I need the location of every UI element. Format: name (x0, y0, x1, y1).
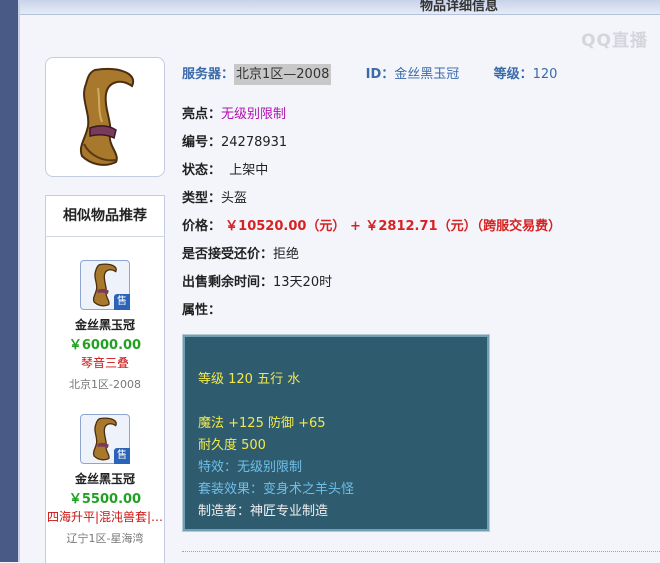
id-value: 金丝黑玉冠 (394, 67, 460, 82)
level-label: 等级： (493, 67, 533, 82)
server-label: 服务器： (182, 67, 235, 82)
counter-offer-value: 拒绝 (273, 247, 300, 262)
section-divider (182, 551, 660, 552)
attributes-row: 属性： (182, 299, 221, 318)
number-row: 编号：24278931 (182, 131, 287, 150)
type-label: 类型： (182, 191, 222, 206)
similar-item-tag: 四海升平|混沌兽套|… (46, 510, 164, 524)
sell-badge: 售 (114, 448, 130, 464)
price-label: 价格： (182, 219, 222, 234)
number-value: 24278931 (221, 135, 288, 150)
left-frame-bar (0, 0, 18, 562)
status-label: 状态： (182, 163, 222, 178)
server-value: 北京1区—2008 (234, 64, 332, 85)
similar-item-name[interactable]: 金丝黑玉冠 (46, 316, 164, 333)
attr-set-effect: 套装效果：变身术之羊头怪 (198, 482, 355, 497)
id-label: ID： (365, 67, 395, 82)
attr-durability: 耐久度 500 (198, 438, 266, 453)
attr-maker: 制造者：神匠专业制造 (198, 504, 329, 519)
item-summary-row: 服务器： 北京1区—2008 ID：金丝黑玉冠 等级：120 (182, 63, 558, 85)
attr-special-effect: 特效：无级别限制 (198, 460, 303, 475)
highlight-row: 亮点：无级别限制 (182, 103, 286, 122)
similar-item-server: 辽宁1区-星海湾 (66, 532, 144, 545)
counter-offer-row: 是否接受还价：拒绝 (182, 243, 299, 262)
similar-item-price: ￥5500.00 (68, 492, 142, 507)
similar-items-panel: 相似物品推荐 售 金丝黑玉冠 ￥6000.00 琴音三叠 北京1区-2008 售… (45, 195, 165, 563)
status-row: 状态： 上架中 (182, 159, 268, 178)
helmet-icon (79, 68, 135, 166)
similar-item-tag: 琴音三叠 (80, 356, 129, 370)
level-value: 120 (532, 67, 558, 82)
page-header: 物品详细信息 (20, 0, 660, 15)
highlight-value: 无级别限制 (221, 107, 287, 122)
attr-level-element: 等级 120 五行 水 (198, 372, 301, 387)
type-row: 类型：头盔 (182, 187, 247, 206)
status-value: 上架中 (229, 163, 269, 178)
similar-item-name[interactable]: 金丝黑玉冠 (46, 470, 164, 487)
type-value: 头盔 (221, 191, 248, 206)
remaining-time-value: 13天20时 (273, 275, 333, 290)
sell-badge: 售 (114, 294, 130, 310)
similar-item-server: 北京1区-2008 (69, 378, 141, 391)
remaining-time-label: 出售剩余时间： (182, 275, 274, 290)
attr-magic-defense: 魔法 +125 防御 +65 (198, 416, 326, 431)
similar-item-price: ￥6000.00 (68, 338, 142, 353)
counter-offer-label: 是否接受还价： (182, 247, 274, 262)
attributes-label: 属性： (182, 303, 222, 318)
number-label: 编号： (182, 135, 222, 150)
remaining-time-row: 出售剩余时间：13天20时 (182, 271, 332, 290)
price-row: 价格： ￥10520.00（元） + ￥2812.71（元）（跨服交易费） (182, 215, 561, 234)
stream-watermark: QQ直播 (581, 31, 648, 51)
attributes-panel: 等级 120 五行 水 魔法 +125 防御 +65 耐久度 500 特效：无级… (183, 335, 489, 531)
price-value: ￥10520.00（元） + ￥2812.71（元）（跨服交易费） (225, 219, 562, 234)
similar-item-icon[interactable]: 售 (80, 260, 130, 310)
highlight-label: 亮点： (182, 107, 222, 122)
item-image (45, 57, 165, 177)
similar-item-icon[interactable]: 售 (80, 414, 130, 464)
left-frame-edge (18, 0, 20, 562)
similar-items-title: 相似物品推荐 (46, 196, 164, 237)
page-title: 物品详细信息 (420, 0, 499, 14)
